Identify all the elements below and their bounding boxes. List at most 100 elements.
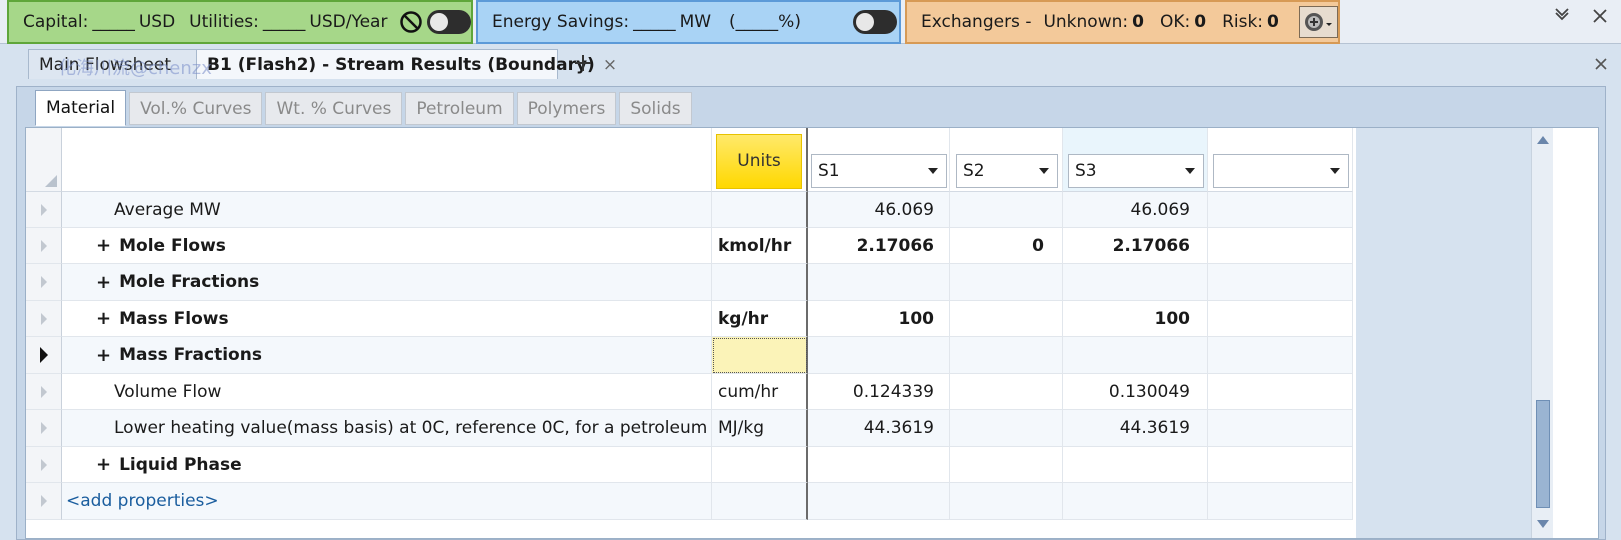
energy-toggle[interactable] (852, 10, 897, 34)
row-selector[interactable] (26, 447, 62, 483)
row-label: + Mole Fractions (62, 264, 712, 301)
cell-s3[interactable]: 44.3619 (1063, 410, 1208, 447)
vertical-scrollbar[interactable] (1531, 128, 1553, 538)
table-row[interactable]: + Mole Fractions (26, 264, 1356, 301)
exchanger-options-button[interactable] (1298, 6, 1338, 38)
cell-s4[interactable] (1208, 447, 1353, 483)
row-selector[interactable] (26, 228, 62, 264)
cell-s2[interactable] (950, 410, 1063, 447)
chevron-down-icon[interactable] (1552, 6, 1572, 26)
tab-vol-curves[interactable]: Vol.% Curves (129, 92, 263, 125)
row-selector[interactable] (26, 410, 62, 447)
add-tab-icon[interactable] (572, 52, 594, 74)
tab-stream-results[interactable]: B1 (Flash2) - Stream Results (Boundary) … (196, 49, 617, 79)
cell-s4[interactable] (1208, 192, 1353, 228)
row-units[interactable] (712, 447, 808, 483)
cell-s1[interactable]: 100 (808, 301, 950, 337)
cell-s2[interactable] (950, 447, 1063, 483)
row-units[interactable]: cum/hr (712, 374, 808, 410)
row-units[interactable] (712, 264, 808, 301)
cell-s4[interactable] (1208, 374, 1353, 410)
document-close-icon[interactable] (1593, 56, 1609, 72)
scroll-up-icon (1537, 136, 1549, 144)
cell-s2[interactable] (950, 301, 1063, 337)
expand-icon[interactable]: + (96, 345, 111, 366)
cell-s2[interactable] (950, 264, 1063, 301)
table-row[interactable]: Average MW 46.069 46.069 (26, 192, 1356, 228)
cell-s4[interactable] (1208, 228, 1353, 264)
cell-s2[interactable] (950, 337, 1063, 374)
row-label: Volume Flow (62, 374, 712, 410)
row-selector[interactable] (26, 337, 62, 374)
table-row[interactable]: + Liquid Phase (26, 447, 1356, 483)
exchangers-panel: Exchangers - Unknown: 0 OK: 0 Risk: 0 (905, 0, 1340, 44)
close-icon[interactable] (1590, 6, 1610, 26)
stream-select-s1[interactable]: S1 (811, 154, 947, 188)
cell-s4[interactable] (1208, 264, 1353, 301)
prohibited-icon[interactable] (399, 10, 423, 34)
tab-material[interactable]: Material (35, 90, 127, 126)
ok-count: 0 (1194, 12, 1207, 32)
table-row[interactable]: + Mole Flows kmol/hr 2.17066 0 2.17066 (26, 228, 1356, 264)
expand-icon[interactable]: + (96, 308, 111, 329)
stream-results-panel: Material Vol.% Curves Wt. % Curves Petro… (16, 86, 1606, 540)
table-row-selected[interactable]: + Mass Fractions (26, 337, 1356, 374)
capital-value: _____ (92, 12, 135, 32)
scroll-up-button[interactable] (1532, 130, 1554, 150)
row-selector[interactable] (26, 374, 62, 410)
cell-s3[interactable] (1063, 264, 1208, 301)
expand-icon[interactable]: + (96, 235, 111, 256)
add-properties-link[interactable]: <add properties> (62, 483, 712, 520)
cell-s3[interactable]: 46.069 (1063, 192, 1208, 228)
cell-s4[interactable] (1208, 301, 1353, 337)
add-properties-row[interactable]: <add properties> (26, 483, 1356, 520)
cell-s1[interactable] (808, 447, 950, 483)
row-units[interactable]: MJ/kg (712, 410, 808, 447)
row-selector[interactable] (26, 264, 62, 301)
cell-s4[interactable] (1208, 410, 1353, 447)
cell-s1[interactable] (808, 264, 950, 301)
table-row[interactable]: Lower heating value(mass basis) at 0C, r… (26, 410, 1356, 447)
row-selector[interactable] (26, 483, 62, 520)
stream-select-s3[interactable]: S3 (1068, 154, 1204, 188)
row-units[interactable]: kmol/hr (712, 228, 808, 264)
cell-s2[interactable]: 0 (950, 228, 1063, 264)
cell-s1[interactable]: 46.069 (808, 192, 950, 228)
cell-s3[interactable]: 0.130049 (1063, 374, 1208, 410)
scrollbar-thumb[interactable] (1536, 400, 1550, 508)
cell-s2[interactable] (950, 374, 1063, 410)
tab-close-icon[interactable]: × (603, 55, 617, 75)
cell-s3[interactable]: 100 (1063, 301, 1208, 337)
tab-wt-curves[interactable]: Wt. % Curves (265, 92, 403, 125)
cell-s3[interactable] (1063, 447, 1208, 483)
row-selector[interactable] (26, 301, 62, 337)
row-units[interactable]: kg/hr (712, 301, 808, 337)
table-row[interactable]: + Mass Flows kg/hr 100 100 (26, 301, 1356, 337)
row-units-active[interactable] (712, 337, 808, 374)
cell-s1[interactable]: 0.124339 (808, 374, 950, 410)
row-units[interactable] (712, 192, 808, 228)
row-label-text: Average MW (114, 199, 221, 220)
stream-select-s4[interactable] (1213, 154, 1349, 188)
cell-s1[interactable] (808, 337, 950, 374)
cell-s1[interactable]: 44.3619 (808, 410, 950, 447)
units-header-button[interactable]: Units (716, 134, 802, 189)
unknown-label: Unknown: (1043, 12, 1129, 32)
row-selector[interactable] (26, 192, 62, 228)
tab-polymers[interactable]: Polymers (516, 92, 617, 125)
scroll-down-button[interactable] (1532, 514, 1554, 534)
tab-petroleum[interactable]: Petroleum (405, 92, 514, 125)
table-row[interactable]: Volume Flow cum/hr 0.124339 0.130049 (26, 374, 1356, 410)
stream-select-s2[interactable]: S2 (956, 154, 1058, 188)
expand-icon[interactable]: + (96, 272, 111, 293)
tab-solids[interactable]: Solids (619, 92, 692, 125)
cost-toggle[interactable] (427, 10, 472, 34)
expand-icon[interactable]: + (96, 454, 111, 475)
cell-s1[interactable]: 2.17066 (808, 228, 950, 264)
select-all-corner[interactable] (26, 128, 62, 192)
cell-s4[interactable] (1208, 337, 1353, 374)
cell-s2[interactable] (950, 192, 1063, 228)
cell-s2 (950, 483, 1063, 520)
cell-s3[interactable]: 2.17066 (1063, 228, 1208, 264)
cell-s3[interactable] (1063, 337, 1208, 374)
